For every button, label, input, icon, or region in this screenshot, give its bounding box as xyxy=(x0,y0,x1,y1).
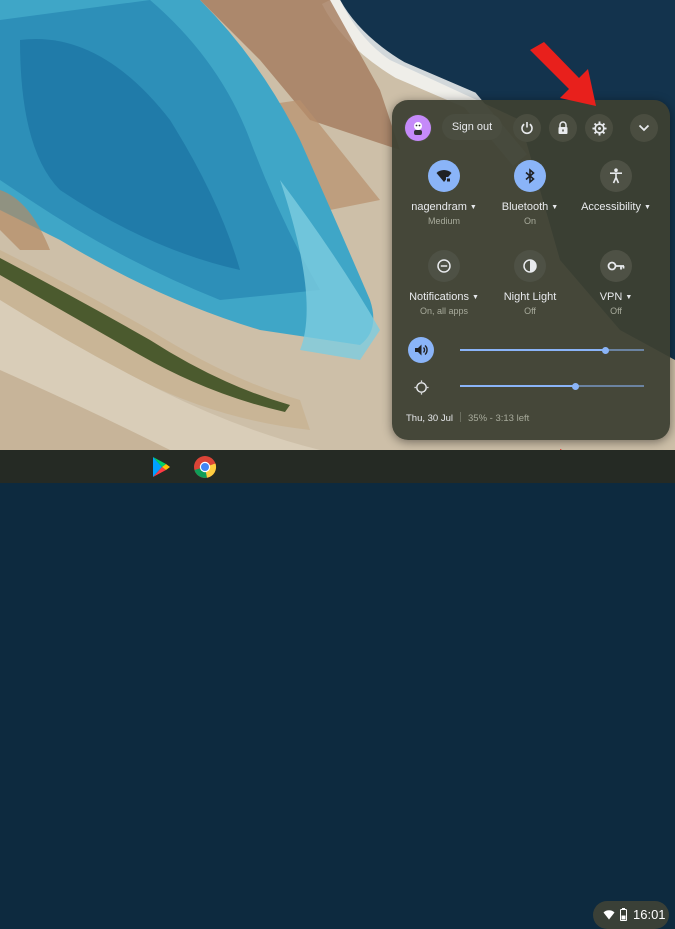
chrome-icon xyxy=(194,456,217,478)
battery-status: 35% - 3:13 left xyxy=(468,413,530,424)
battery-icon xyxy=(620,908,627,921)
panel-footer: Thu, 30 Jul 35% - 3:13 left xyxy=(406,412,529,424)
date-label[interactable]: Thu, 30 Jul xyxy=(406,413,453,424)
chrome-app[interactable] xyxy=(193,455,217,479)
play-store-icon xyxy=(153,457,170,477)
status-tray[interactable]: 16:01 xyxy=(593,901,669,929)
shelf: 16:01 xyxy=(0,450,675,929)
clock: 16:01 xyxy=(633,907,666,922)
brightness-slider-track xyxy=(575,385,644,387)
brightness-slider-fill xyxy=(460,385,576,387)
play-store-app[interactable] xyxy=(149,455,173,479)
annotation-arrow-settings xyxy=(530,42,596,106)
quick-settings-panel: Sign out nagendram ▼ Medium Bluetooth ▼ … xyxy=(392,100,670,440)
brightness-slider-thumb[interactable] xyxy=(572,382,580,390)
brightness-slider[interactable] xyxy=(392,100,670,440)
wifi-icon xyxy=(603,910,615,920)
divider xyxy=(460,412,461,422)
